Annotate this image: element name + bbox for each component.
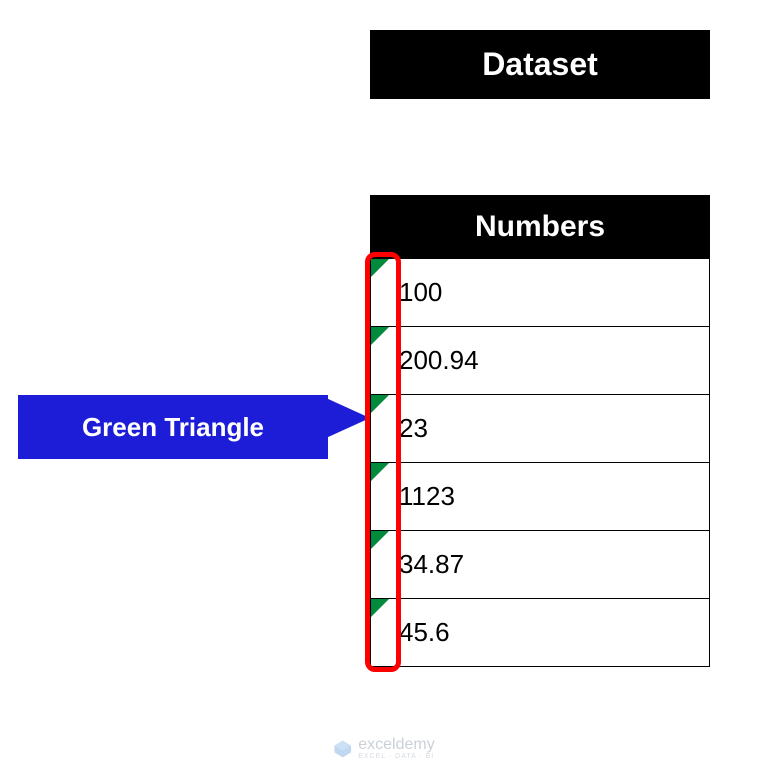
table-row: 23 — [370, 395, 710, 463]
table-row: 200.94 — [370, 327, 710, 395]
table-row: 100 — [370, 259, 710, 327]
cell-value: 34.87 — [399, 549, 464, 580]
exceldemy-logo-icon — [332, 739, 352, 759]
numbers-table: Numbers 100 200.94 23 1123 34.87 45.6 — [370, 195, 710, 667]
cell-value: 100 — [399, 277, 442, 308]
cell-value: 23 — [399, 413, 428, 444]
highlight-rectangle — [365, 252, 401, 672]
dataset-title: Dataset — [370, 30, 710, 99]
callout-arrow-icon — [326, 398, 370, 438]
cell-value: 45.6 — [399, 617, 450, 648]
table-row: 34.87 — [370, 531, 710, 599]
cell-value: 1123 — [399, 481, 455, 512]
table-row: 1123 — [370, 463, 710, 531]
watermark-brand: exceldemy — [358, 737, 434, 753]
watermark-tagline: EXCEL · DATA · BI — [358, 753, 434, 760]
table-row: 45.6 — [370, 599, 710, 667]
watermark-text: exceldemy EXCEL · DATA · BI — [358, 737, 434, 760]
cell-value: 200.94 — [399, 345, 479, 376]
watermark: exceldemy EXCEL · DATA · BI — [332, 737, 434, 760]
table-header: Numbers — [370, 195, 710, 259]
callout-label: Green Triangle — [18, 395, 328, 459]
